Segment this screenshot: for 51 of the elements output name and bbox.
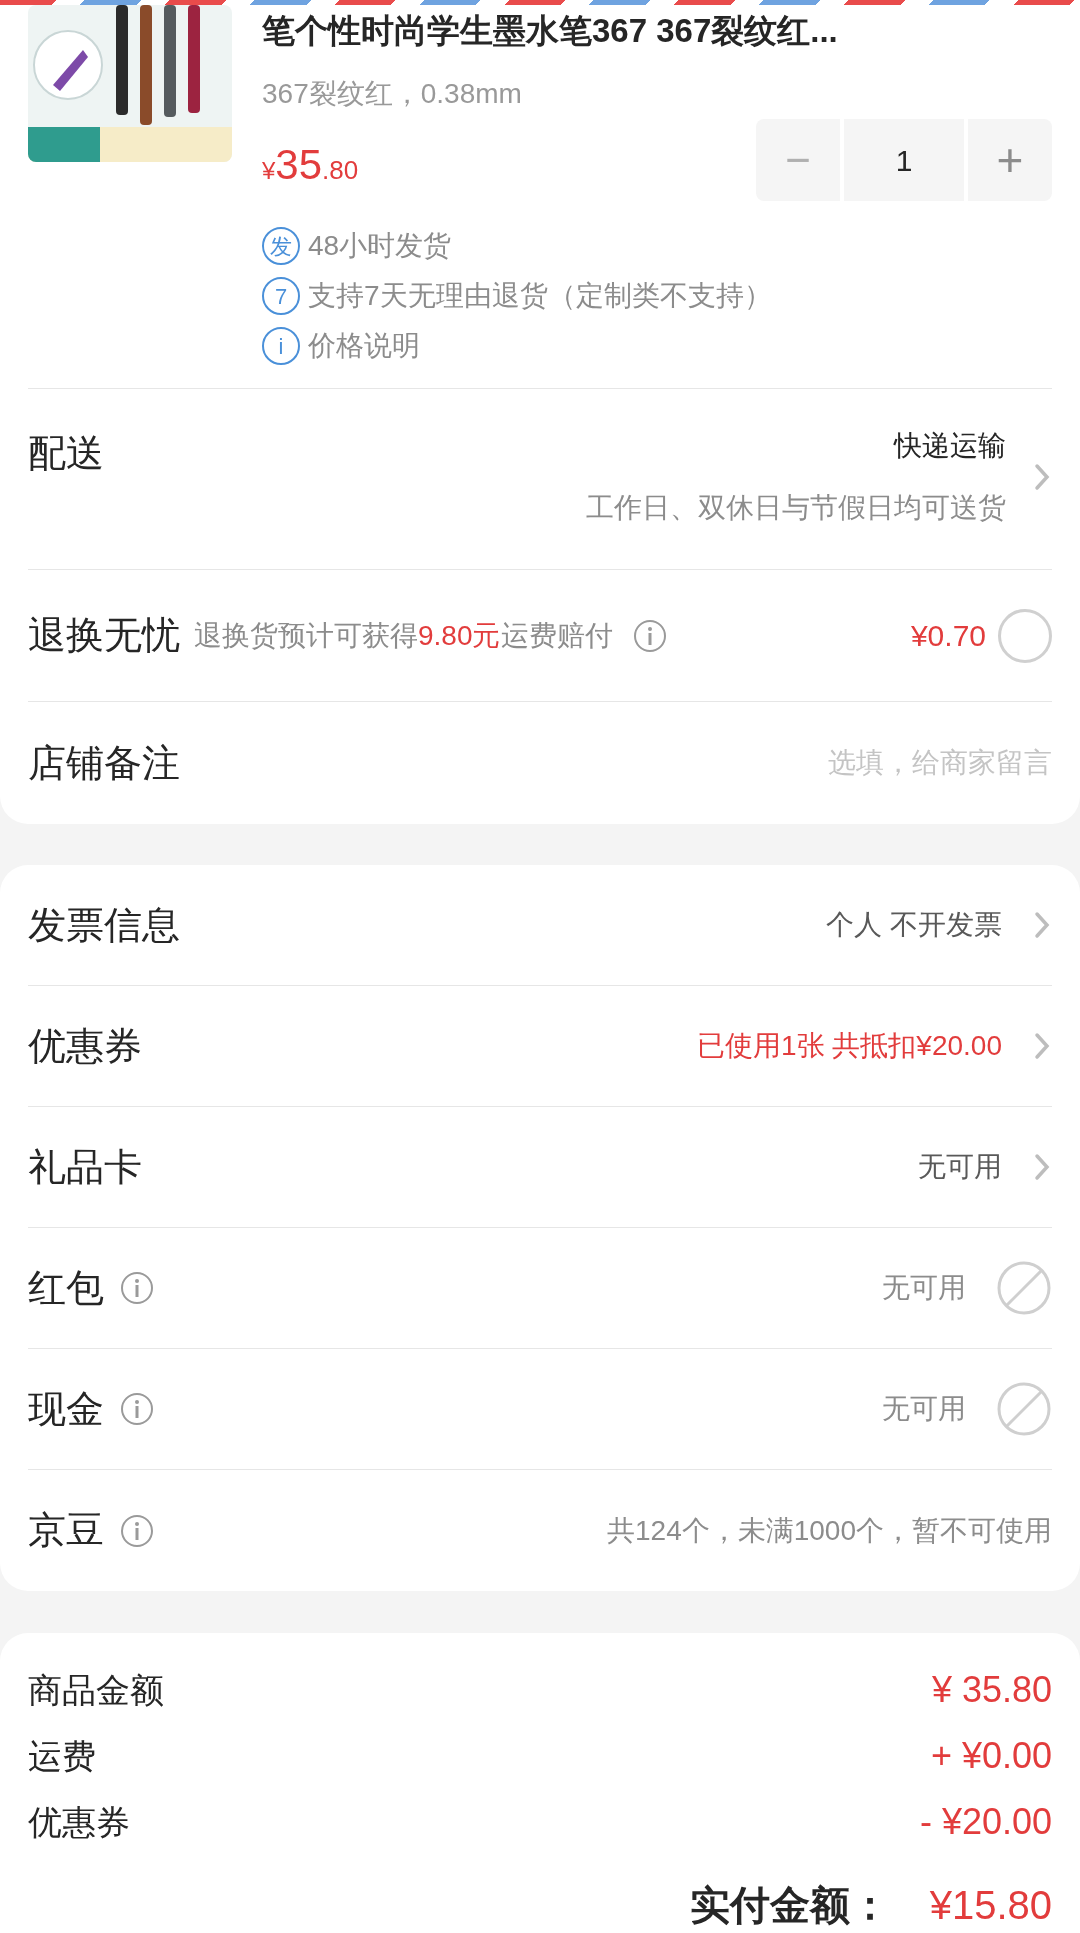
insurance-price: ¥0.70 bbox=[910, 618, 986, 654]
unavailable-icon bbox=[996, 1381, 1052, 1437]
product-price: ¥35.80 bbox=[262, 139, 359, 190]
row-label: 京豆 bbox=[28, 1508, 104, 1553]
row-label: 现金 bbox=[28, 1386, 104, 1432]
info-icon[interactable] bbox=[120, 1271, 154, 1305]
service-badge: 发 bbox=[262, 227, 300, 265]
delivery-method: 快递运输 bbox=[894, 429, 1006, 463]
summary-amount: - ¥20.00 bbox=[919, 1800, 1052, 1844]
radio-button[interactable] bbox=[998, 608, 1052, 663]
summary-label: 运费 bbox=[28, 1735, 96, 1777]
row-value: 无可用 bbox=[918, 1150, 1002, 1184]
chevron-right-icon bbox=[1032, 461, 1052, 493]
summary-amount: ¥ 35.80 bbox=[931, 1668, 1052, 1712]
service-text: 支持7天无理由退货（定制类不支持） bbox=[308, 279, 772, 313]
remark-field[interactable]: 选填，给商家留言 bbox=[180, 742, 1052, 784]
row-value: 个人 不开发票 bbox=[826, 908, 1002, 942]
info-icon[interactable] bbox=[632, 618, 667, 653]
total-label: 实付金额： bbox=[689, 1882, 890, 1929]
chevron-right-icon bbox=[1032, 909, 1052, 941]
service-badge: i bbox=[262, 327, 300, 365]
total-amount: ¥15.80 bbox=[929, 1882, 1052, 1929]
insurance-note: 退换货预计可获得 bbox=[194, 618, 418, 653]
unavailable-icon bbox=[996, 1260, 1052, 1316]
row-value: 已使用1张 共抵扣¥20.00 bbox=[697, 1029, 1002, 1063]
row-value: 共124个，未满1000个，暂不可使用 bbox=[607, 1513, 1052, 1548]
summary-label: 商品金额 bbox=[28, 1669, 164, 1711]
compensation-amount: 9.80元 bbox=[418, 618, 501, 653]
chevron-right-icon bbox=[1032, 1030, 1052, 1062]
row-label: 发票信息 bbox=[28, 902, 180, 948]
row-label: 退换无忧 bbox=[28, 613, 180, 658]
service-text: 48小时发货 bbox=[308, 229, 452, 263]
row-label: 配送 bbox=[28, 431, 104, 476]
row-value: 无可用 bbox=[882, 1392, 966, 1426]
summary-amount: + ¥0.00 bbox=[930, 1734, 1052, 1778]
service-badge: 7 bbox=[262, 277, 300, 315]
delivery-note: 工作日、双休日与节假日均可送货 bbox=[586, 491, 1006, 525]
summary-label: 优惠券 bbox=[28, 1801, 130, 1843]
row-label: 礼品卡 bbox=[28, 1144, 142, 1190]
service-text: 价格说明 bbox=[308, 329, 420, 363]
quantity-field[interactable]: 1 bbox=[844, 119, 964, 201]
insurance-note: 运费赔付 bbox=[500, 618, 613, 653]
row-label: 红包 bbox=[28, 1265, 104, 1311]
chevron-right-icon bbox=[1032, 1151, 1052, 1183]
info-icon[interactable] bbox=[120, 1392, 154, 1426]
row-label: 优惠券 bbox=[28, 1023, 142, 1069]
product-spec: 367裂纹红，0.38mm bbox=[262, 77, 523, 111]
info-icon[interactable] bbox=[120, 1513, 154, 1548]
row-value: 无可用 bbox=[882, 1271, 966, 1305]
row-label: 店铺备注 bbox=[28, 740, 180, 786]
product-title[interactable]: 笔个性时尚学生墨水笔367 367裂纹红... bbox=[262, 9, 1052, 53]
